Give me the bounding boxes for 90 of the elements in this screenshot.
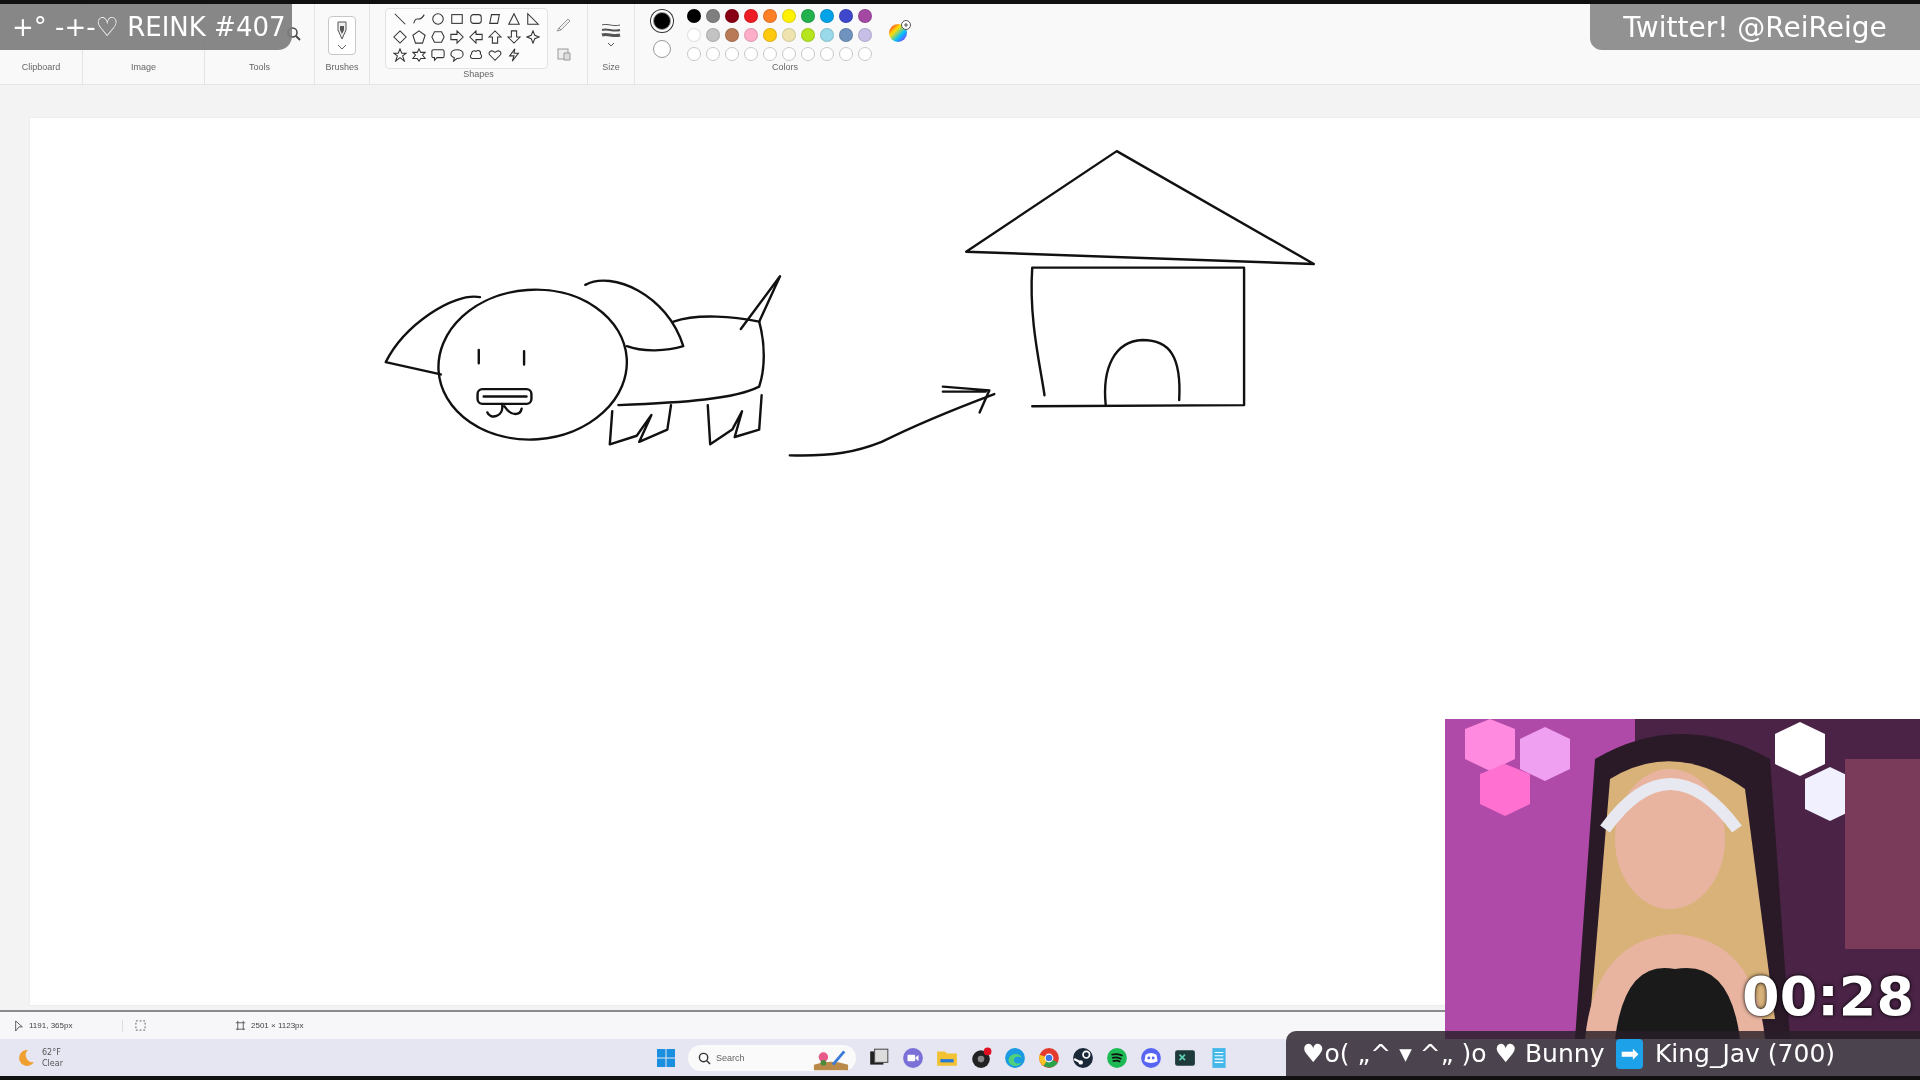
weather-condition: Clear [42,1057,63,1069]
four-point-star-icon[interactable] [526,30,540,44]
left-arrow-icon[interactable] [469,30,483,44]
temperature: 62°F [42,1046,62,1058]
line-icon[interactable] [393,12,407,26]
empty-swatch[interactable] [744,47,758,61]
steam-app-icon[interactable] [1072,1046,1094,1069]
empty-swatch[interactable] [782,47,796,61]
color-swatch[interactable] [744,28,758,42]
pentagon-icon[interactable] [412,30,426,44]
empty-swatch[interactable] [858,47,872,61]
color-swatch[interactable] [820,9,834,23]
video-chat-icon[interactable] [902,1046,924,1069]
recipient-name: King_Jav (700) [1654,1039,1836,1068]
color-swatch[interactable] [801,28,815,42]
cloud-callout-icon[interactable] [469,48,483,62]
heart-icon[interactable] [488,48,502,62]
caret-icon [337,43,347,50]
color-swatch[interactable] [706,9,720,23]
record-app-icon[interactable] [970,1046,992,1069]
group-label: Image [131,62,156,74]
color-swatch[interactable] [801,9,815,23]
color-swatch[interactable] [820,28,834,42]
lightning-icon[interactable] [507,48,521,62]
color-swatch[interactable] [858,28,872,42]
line-width-icon[interactable] [601,22,621,48]
diamond-icon[interactable] [393,30,407,44]
color-swatch[interactable] [706,28,720,42]
color-swatch[interactable] [763,28,777,42]
color-swatch[interactable] [782,9,796,23]
color-swatch[interactable] [782,28,796,42]
empty-swatch[interactable] [725,47,739,61]
oval-callout-icon[interactable] [450,48,464,62]
chat-app-icon[interactable] [1140,1046,1162,1069]
canvas-size: 2501 × 1123px [251,1021,304,1030]
group-label: Shapes [463,69,494,81]
empty-swatch[interactable] [706,47,720,61]
search-icon [698,1051,711,1065]
group-label: Clipboard [21,62,61,74]
polygon-icon[interactable] [488,12,502,26]
brush-icon [335,20,349,41]
triangle-icon[interactable] [507,12,521,26]
search-field[interactable]: Search [688,1044,856,1071]
color-swatch[interactable] [744,9,758,23]
speech-bubble-icon[interactable] [431,48,445,62]
right-arrow-icon[interactable] [450,30,464,44]
brushes-button[interactable] [328,15,356,55]
color-swatch[interactable] [725,9,739,23]
primary-color[interactable] [653,12,671,30]
down-arrow-icon[interactable] [507,30,521,44]
canvas-size-icon [235,1020,246,1031]
empty-swatch[interactable] [687,47,701,61]
group-label: Tools [249,62,270,74]
color-swatch[interactable] [858,9,872,23]
group-label: Size [602,62,620,74]
empty-swatch[interactable] [801,47,815,61]
up-arrow-icon[interactable] [488,30,502,44]
arrow-emoji: ➡ [1616,1038,1643,1069]
stream-title: +° -+-♡ REINK #407 [12,12,286,42]
social-handle: Twitter! @ReiReige [1623,10,1887,44]
empty-swatch[interactable] [763,47,777,61]
pointer-icon [14,1019,24,1032]
empty-swatch[interactable] [820,47,834,61]
six-point-star-icon[interactable] [412,48,426,62]
color-swatch[interactable] [687,9,701,23]
cursor-position: 1191, 365px [29,1021,73,1030]
music-app-icon[interactable] [1106,1046,1128,1069]
oval-icon[interactable] [431,12,445,26]
right-triangle-icon[interactable] [526,12,540,26]
secondary-color[interactable] [653,40,671,58]
group-label: Brushes [325,62,359,74]
moon-icon [16,1047,36,1068]
color-swatch[interactable] [839,9,853,23]
start-icon[interactable] [656,1047,676,1068]
empty-swatch[interactable] [839,47,853,61]
rounded-rectangle-icon[interactable] [469,12,483,26]
color-swatch[interactable] [725,28,739,42]
curve-icon[interactable] [412,12,426,26]
selection-icon [135,1020,146,1031]
donor-name: ♥o( „^ ▾ ^„ )o ♥ Bunny [1302,1039,1605,1068]
star-icon[interactable] [393,48,407,62]
group-label: Colors [772,62,798,74]
rectangle-icon[interactable] [450,12,464,26]
tricolor-browser-icon[interactable] [1038,1046,1060,1069]
hexagon-icon[interactable] [431,30,445,44]
color-swatch[interactable] [763,9,777,23]
wave-browser-icon[interactable] [1004,1046,1026,1069]
color-swatch[interactable] [839,28,853,42]
color-wheel-icon[interactable] [888,20,912,44]
color-swatch[interactable] [687,28,701,42]
